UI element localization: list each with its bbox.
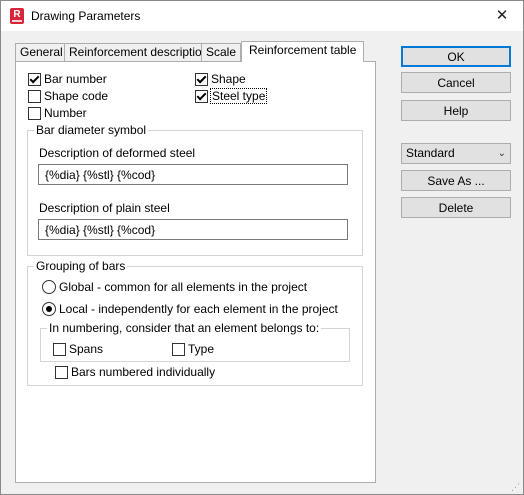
delete-button[interactable]: Delete [401,197,511,218]
shape-code-checkbox[interactable]: Shape code [28,89,108,103]
deformed-steel-input[interactable]: {%dia} {%stl} {%cod} [38,164,348,185]
bar-diameter-group: Bar diameter symbol Description of defor… [27,123,363,256]
checkbox-box [172,342,185,356]
window-title: Drawing Parameters [31,9,141,23]
ok-button[interactable]: OK [401,46,511,67]
radio-label: Local - independently for each element i… [59,302,338,316]
checkbox-box [195,89,208,103]
group-label: Grouping of bars [34,259,128,273]
checkbox-label: Bar number [44,72,107,86]
checkbox-box [53,342,66,356]
checkbox-label: Shape code [44,89,109,103]
tab-general[interactable]: General [15,43,68,61]
checkbox-label: Spans [69,342,104,356]
bars-individually-checkbox[interactable]: Bars numbered individually [55,365,215,379]
checkbox-label: Type [188,342,215,356]
tab-scale[interactable]: Scale [201,43,242,61]
tab-reinforcement-table[interactable]: Reinforcement table [241,41,365,62]
radio-label: Global - common for all elements in the … [59,280,308,294]
plain-steel-input[interactable]: {%dia} {%stl} {%cod} [38,219,348,240]
group-label: Bar diameter symbol [34,123,149,137]
local-radio[interactable]: Local - independently for each element i… [42,302,338,316]
help-button[interactable]: Help [401,100,511,121]
chevron-down-icon: ⌄ [497,148,506,159]
number-checkbox[interactable]: Number [28,106,87,120]
checkbox-box [55,365,68,379]
preset-value: Standard [406,146,455,160]
checkbox-label: Steel type [209,88,268,104]
checkbox-box [28,89,41,103]
checkbox-box [28,106,41,120]
shape-checkbox[interactable]: Shape [195,72,246,86]
type-checkbox[interactable]: Type [172,342,214,356]
grouping-group: Grouping of bars Global - common for all… [27,259,363,386]
tab-reinforcement-description[interactable]: Reinforcement description [64,43,214,61]
checkbox-box [28,72,41,86]
radio-circle [42,280,56,294]
resize-grip-icon[interactable]: ⋰ [511,482,521,492]
close-icon[interactable]: ✕ [491,5,513,27]
radio-circle [42,302,56,316]
deformed-steel-label: Description of deformed steel [39,146,196,160]
cancel-button[interactable]: Cancel [401,72,511,93]
bar-number-checkbox[interactable]: Bar number [28,72,107,86]
steel-type-checkbox[interactable]: Steel type [195,88,268,104]
plain-steel-label: Description of plain steel [39,201,170,215]
tab-panel: Bar number Shape code Number Shape Steel… [15,61,376,483]
global-radio[interactable]: Global - common for all elements in the … [42,280,307,294]
numbering-group: In numbering, consider that an element b… [40,321,350,362]
spans-checkbox[interactable]: Spans [53,342,103,356]
save-as-button[interactable]: Save As ... [401,170,511,191]
dialog-window: R Drawing Parameters ✕ General Reinforce… [0,0,524,495]
checkbox-box [195,72,208,86]
title-bar: R Drawing Parameters ✕ [1,1,523,31]
checkbox-label: Number [44,106,87,120]
app-logo-icon: R [10,8,24,24]
preset-select[interactable]: Standard ⌄ [401,143,511,164]
group-label: In numbering, consider that an element b… [47,321,322,335]
checkbox-label: Shape [211,72,246,86]
checkbox-label: Bars numbered individually [71,365,216,379]
